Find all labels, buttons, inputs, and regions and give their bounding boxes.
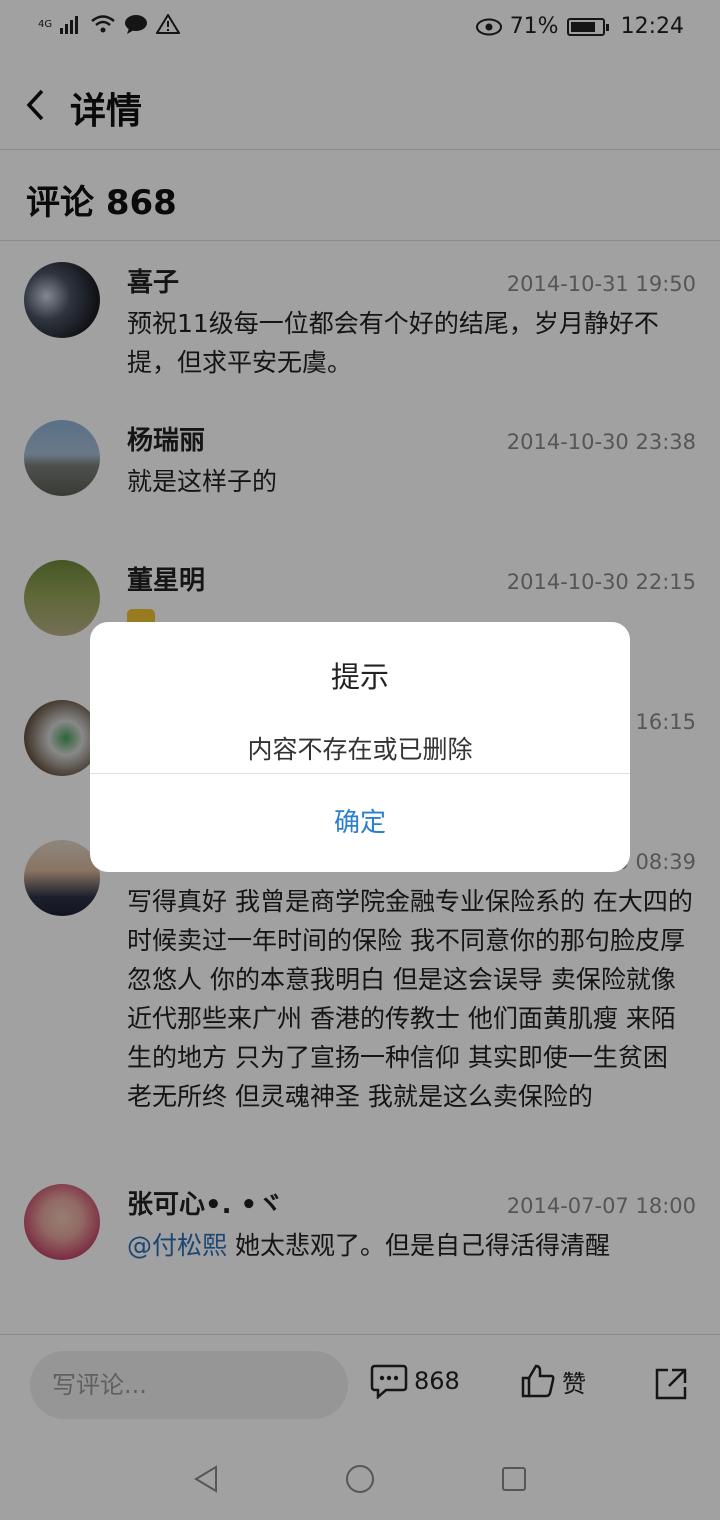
dialog-title: 提示	[330, 660, 389, 694]
confirm-button[interactable]: 确定	[90, 774, 630, 872]
dialog-message: 内容不存在或已删除	[247, 735, 473, 764]
alert-dialog: 提示 内容不存在或已删除 确定	[90, 622, 630, 872]
